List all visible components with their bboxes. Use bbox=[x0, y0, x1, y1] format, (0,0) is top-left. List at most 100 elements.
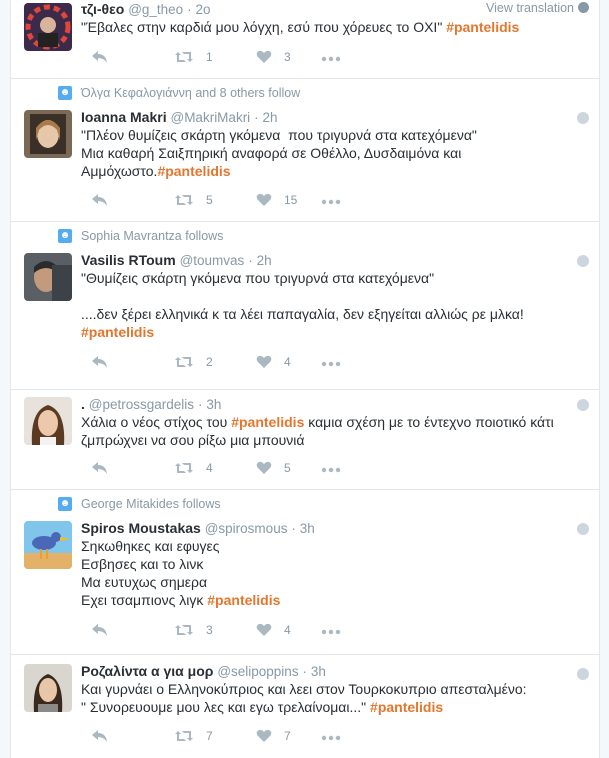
user-handle[interactable]: @toumvas bbox=[180, 253, 245, 268]
tweet-text: "Θυμίζεις σκάρτη γκόμενα που τριγυρνά στ… bbox=[81, 269, 581, 341]
timestamp[interactable]: 3h bbox=[311, 664, 326, 679]
tweet[interactable]: ☻ George Mitakides follows Spiros Moustak… bbox=[11, 489, 599, 655]
retweet-count: 5 bbox=[206, 193, 213, 207]
tweet[interactable]: . @petrossgardelis · 3h Χάλια ο νέος στί… bbox=[11, 389, 599, 490]
retweet-button[interactable]: 4 bbox=[174, 458, 213, 478]
user-name[interactable]: Spiros Moustakas bbox=[81, 520, 201, 536]
like-button[interactable]: 15 bbox=[256, 190, 297, 210]
avatar[interactable] bbox=[24, 664, 72, 712]
tweet[interactable]: τζι-θεο @g_theo · 2ο View translation "Έ… bbox=[11, 0, 599, 79]
reply-button[interactable] bbox=[91, 190, 109, 210]
more-button[interactable] bbox=[321, 622, 341, 642]
like-button[interactable]: 4 bbox=[256, 620, 291, 640]
retweet-icon bbox=[175, 463, 193, 473]
separator-dot: · bbox=[248, 253, 253, 268]
avatar[interactable] bbox=[24, 253, 72, 301]
more-icon bbox=[321, 56, 341, 62]
follow-context-text: George Mitakides follows bbox=[81, 497, 221, 511]
more-icon bbox=[321, 629, 341, 635]
retweet-button[interactable]: 2 bbox=[174, 352, 213, 372]
like-count: 3 bbox=[284, 50, 291, 64]
reply-button[interactable] bbox=[91, 47, 109, 67]
globe-icon bbox=[577, 255, 589, 267]
user-handle[interactable]: @MakriMakri bbox=[170, 110, 250, 125]
retweet-icon bbox=[175, 52, 193, 62]
tweet-text-body: "Έβαλες στην καρδιά μου λόγχη, εσύ που χ… bbox=[81, 19, 447, 35]
reply-button[interactable] bbox=[91, 458, 109, 478]
user-name[interactable]: . bbox=[81, 396, 85, 412]
tweet-text-body: Σηκωθηκες και εφυγες Εσβησες και το λινκ… bbox=[81, 538, 220, 608]
heart-icon bbox=[256, 729, 272, 742]
avatar[interactable] bbox=[24, 397, 72, 445]
tweet[interactable]: ☻ Όλγα Κεφαλογιάννη and 8 others follow I… bbox=[11, 78, 599, 222]
user-handle[interactable]: @selipoppins bbox=[217, 664, 298, 679]
retweet-button[interactable]: 5 bbox=[174, 190, 213, 210]
timestamp[interactable]: 2h bbox=[262, 110, 277, 125]
view-translation-link[interactable]: View translation bbox=[486, 1, 589, 15]
reply-icon bbox=[92, 194, 107, 206]
more-button[interactable] bbox=[321, 192, 341, 212]
hashtag-link[interactable]: #pantelidis bbox=[207, 592, 280, 608]
timeline: τζι-θεο @g_theo · 2ο View translation "Έ… bbox=[10, 0, 600, 758]
reply-icon bbox=[92, 730, 107, 742]
follow-context: ☻ Όλγα Κεφαλογιάννη and 8 others follow bbox=[58, 86, 301, 100]
tweet-text: Και γυρνάει ο Ελληνοκύπριος και λεει στο… bbox=[81, 680, 581, 716]
retweet-icon bbox=[175, 625, 193, 635]
more-button[interactable] bbox=[321, 49, 341, 69]
retweet-icon bbox=[175, 731, 193, 741]
reply-icon bbox=[92, 462, 107, 474]
like-button[interactable]: 7 bbox=[256, 726, 291, 746]
hashtag-link[interactable]: #pantelidis bbox=[370, 699, 443, 715]
view-translation-label[interactable]: View translation bbox=[486, 1, 574, 15]
user-handle[interactable]: @spirosmous bbox=[205, 521, 288, 536]
retweet-button[interactable]: 7 bbox=[174, 726, 213, 746]
timestamp[interactable]: 3h bbox=[300, 521, 315, 536]
timestamp[interactable]: 2h bbox=[257, 253, 272, 268]
user-handle[interactable]: @g_theo bbox=[128, 2, 183, 17]
more-icon bbox=[321, 361, 341, 367]
tweet[interactable]: ☻ Sophia Mavrantza follows Vasilis RToum … bbox=[11, 221, 599, 390]
reply-button[interactable] bbox=[91, 726, 109, 746]
hashtag-link[interactable]: #pantelidis bbox=[81, 324, 154, 340]
retweet-count: 1 bbox=[206, 50, 213, 64]
reply-icon bbox=[92, 624, 107, 636]
reply-icon bbox=[92, 51, 107, 63]
retweet-count: 3 bbox=[206, 623, 213, 637]
avatar[interactable] bbox=[24, 3, 72, 51]
follow-icon: ☻ bbox=[58, 497, 72, 511]
retweet-button[interactable]: 1 bbox=[174, 47, 213, 67]
reply-icon bbox=[92, 356, 107, 368]
user-name[interactable]: τζι-θεο bbox=[81, 1, 124, 17]
hashtag-link[interactable]: #pantelidis bbox=[446, 19, 519, 35]
reply-button[interactable] bbox=[91, 352, 109, 372]
timestamp[interactable]: 3h bbox=[206, 397, 221, 412]
like-button[interactable]: 4 bbox=[256, 352, 291, 372]
more-button[interactable] bbox=[321, 354, 341, 374]
more-button[interactable] bbox=[321, 460, 341, 480]
user-name[interactable]: Vasilis RToum bbox=[81, 252, 176, 268]
tweet[interactable]: Ροζαλίντα α για μορ @selipoppins · 3h Κα… bbox=[11, 654, 599, 758]
hashtag-link[interactable]: #pantelidis bbox=[231, 414, 304, 430]
retweet-button[interactable]: 3 bbox=[174, 620, 213, 640]
user-name[interactable]: Ioanna Makri bbox=[81, 109, 167, 125]
like-button[interactable]: 5 bbox=[256, 458, 291, 478]
tweet-text: Χάλια ο νέος στίχος του #pantelidis καμι… bbox=[81, 413, 581, 449]
user-handle[interactable]: @petrossgardelis bbox=[89, 397, 194, 412]
separator-dot: · bbox=[302, 664, 307, 679]
timestamp[interactable]: 2ο bbox=[195, 2, 210, 17]
follow-context-text: Όλγα Κεφαλογιάννη and 8 others follow bbox=[81, 86, 301, 100]
like-button[interactable]: 3 bbox=[256, 47, 291, 67]
heart-icon bbox=[256, 461, 272, 474]
avatar[interactable] bbox=[24, 110, 72, 158]
more-icon bbox=[321, 735, 341, 741]
reply-button[interactable] bbox=[91, 620, 109, 640]
globe-icon bbox=[577, 668, 589, 680]
avatar[interactable] bbox=[24, 521, 72, 569]
more-button[interactable] bbox=[321, 728, 341, 748]
hashtag-link[interactable]: #pantelidis bbox=[157, 163, 230, 179]
retweet-count: 4 bbox=[206, 461, 213, 475]
heart-icon bbox=[256, 355, 272, 368]
tweet-text-body: "Θυμίζεις σκάρτη γκόμενα που τριγυρνά στ… bbox=[81, 270, 524, 322]
retweet-icon bbox=[175, 195, 193, 205]
user-name[interactable]: Ροζαλίντα α για μορ bbox=[81, 663, 213, 679]
